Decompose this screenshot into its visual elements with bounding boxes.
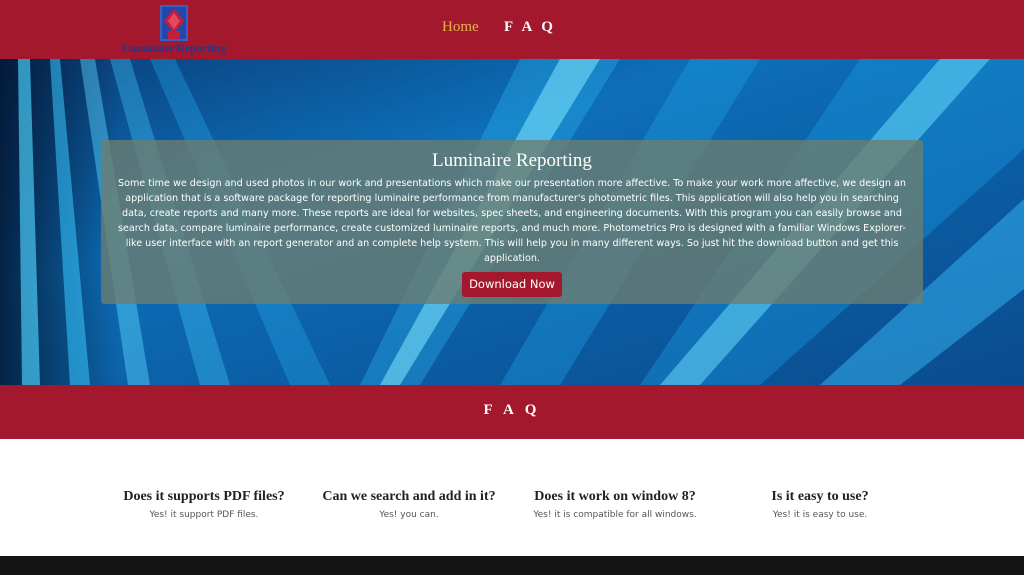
nav-home-link[interactable]: Home <box>442 19 479 36</box>
logo-text: Luminaire Reporting <box>122 41 226 55</box>
site-logo[interactable]: Luminaire Reporting <box>122 3 226 57</box>
logo-emblem-icon <box>160 5 188 41</box>
faq-answer: Yes! it is easy to use. <box>772 510 868 520</box>
faq-item-windows: Does it work on window 8? Yes! it is com… <box>510 489 720 520</box>
faq-question: Is it easy to use? <box>771 489 869 504</box>
download-now-button[interactable]: Download Now <box>462 272 562 297</box>
faq-question: Does it work on window 8? <box>534 489 696 504</box>
faq-header-band: F A Q <box>0 385 1024 439</box>
faq-item-pdf: Does it supports PDF files? Yes! it supp… <box>99 489 309 520</box>
footer-bar <box>0 556 1024 575</box>
hero-description: Some time we design and used photos in o… <box>118 178 906 264</box>
faq-section-title: F A Q <box>483 402 541 418</box>
faq-answer: Yes! it support PDF files. <box>149 510 259 520</box>
faq-question: Does it supports PDF files? <box>123 489 285 504</box>
hero-content-box: Luminaire Reporting Some time we design … <box>101 140 923 304</box>
faq-item-easy: Is it easy to use? Yes! it is easy to us… <box>715 489 925 520</box>
faq-answer: Yes! you can. <box>379 510 439 520</box>
hero-section: Luminaire Reporting Some time we design … <box>0 59 1024 385</box>
faq-answer: Yes! it is compatible for all windows. <box>533 510 697 520</box>
faq-item-search: Can we search and add in it? Yes! you ca… <box>304 489 514 520</box>
hero-title: Luminaire Reporting <box>432 150 592 171</box>
nav-faq-link[interactable]: F A Q <box>504 19 556 36</box>
top-navbar: Luminaire Reporting Home F A Q <box>0 0 1024 59</box>
faq-question: Can we search and add in it? <box>322 489 496 504</box>
